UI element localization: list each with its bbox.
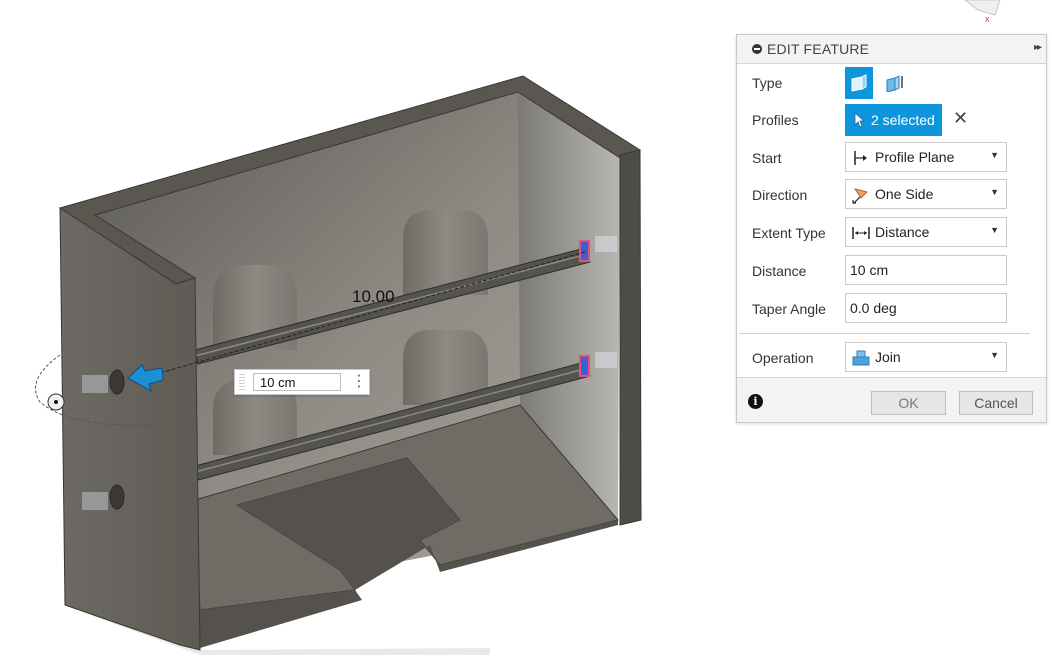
- taper-angle-label: Taper Angle: [752, 301, 826, 317]
- divider: [739, 333, 1030, 334]
- canvas-distance-field[interactable]: 10 cm: [253, 373, 341, 391]
- chevron-down-icon: ▼: [990, 187, 999, 197]
- direction-dropdown[interactable]: One Side ▼: [845, 179, 1007, 209]
- profiles-selection-button[interactable]: 2 selected: [845, 104, 942, 136]
- start-dropdown[interactable]: Profile Plane ▼: [845, 142, 1007, 172]
- right-edge: [619, 149, 642, 526]
- distance-input[interactable]: 10 cm: [845, 255, 1007, 285]
- cancel-button[interactable]: Cancel: [959, 391, 1033, 415]
- row-start: Start Profile Plane ▼: [737, 142, 1046, 174]
- row-operation: Operation Join ▼: [737, 342, 1046, 374]
- taper-angle-value: 0.0 deg: [850, 300, 897, 316]
- thin-extrude-type-button[interactable]: [883, 67, 907, 99]
- row-profiles: Profiles 2 selected ✕: [737, 104, 1046, 136]
- profiles-value: 2 selected: [871, 112, 935, 128]
- distance-label: Distance: [752, 263, 807, 279]
- row-type: Type: [737, 67, 1046, 99]
- row-taper-angle: Taper Angle 0.0 deg: [737, 293, 1046, 325]
- drag-grip-icon[interactable]: [239, 374, 245, 390]
- info-icon[interactable]: i: [748, 394, 763, 409]
- direction-label: Direction: [752, 187, 808, 203]
- distance-input-box[interactable]: 10 cm ⋮: [234, 369, 370, 395]
- profile-plane-icon: [854, 151, 867, 165]
- operation-label: Operation: [752, 350, 814, 366]
- distance-icon: [852, 227, 870, 239]
- one-side-icon: [852, 188, 868, 204]
- viewcube-icon[interactable]: x: [964, 0, 1001, 24]
- extent-type-label: Extent Type: [752, 225, 826, 241]
- start-value: Profile Plane: [875, 149, 955, 165]
- direction-value: One Side: [875, 186, 934, 202]
- join-icon: [852, 350, 870, 366]
- extrude-type-button[interactable]: [845, 67, 873, 99]
- extent-type-value: Distance: [875, 224, 930, 240]
- edit-feature-panel: EDIT FEATURE ▸▸ Type Profiles 2 selected: [736, 34, 1047, 423]
- chevron-down-icon: ▼: [990, 225, 999, 235]
- ok-button[interactable]: OK: [871, 391, 946, 415]
- collapse-icon[interactable]: [752, 44, 762, 54]
- panel-header[interactable]: EDIT FEATURE ▸▸: [737, 35, 1046, 64]
- svg-text:x: x: [985, 14, 990, 24]
- clear-selection-icon[interactable]: ✕: [953, 108, 968, 129]
- operation-value: Join: [875, 349, 901, 365]
- chevron-down-icon: ▼: [990, 150, 999, 160]
- thin-extrude-icon: [886, 75, 903, 92]
- extent-type-dropdown[interactable]: Distance ▼: [845, 217, 1007, 247]
- double-chevron-right-icon[interactable]: ▸▸: [1034, 42, 1042, 53]
- panel-footer: i OK Cancel: [737, 377, 1046, 422]
- profiles-label: Profiles: [752, 112, 799, 128]
- taper-angle-input[interactable]: 0.0 deg: [845, 293, 1007, 323]
- vertical-ellipsis-icon[interactable]: ⋮: [351, 372, 367, 392]
- start-label: Start: [752, 150, 782, 166]
- solid-extrude-icon: [851, 74, 867, 92]
- chevron-down-icon: ▼: [990, 350, 999, 360]
- row-direction: Direction One Side ▼: [737, 179, 1046, 211]
- panel-title: EDIT FEATURE: [767, 41, 870, 57]
- cursor-icon: [854, 112, 866, 128]
- row-extent-type: Extent Type Distance ▼: [737, 217, 1046, 249]
- distance-value: 10 cm: [850, 262, 889, 278]
- dimension-label: 10.00: [352, 287, 395, 306]
- type-label: Type: [752, 75, 783, 91]
- operation-dropdown[interactable]: Join ▼: [845, 342, 1007, 372]
- row-distance: Distance 10 cm: [737, 255, 1046, 287]
